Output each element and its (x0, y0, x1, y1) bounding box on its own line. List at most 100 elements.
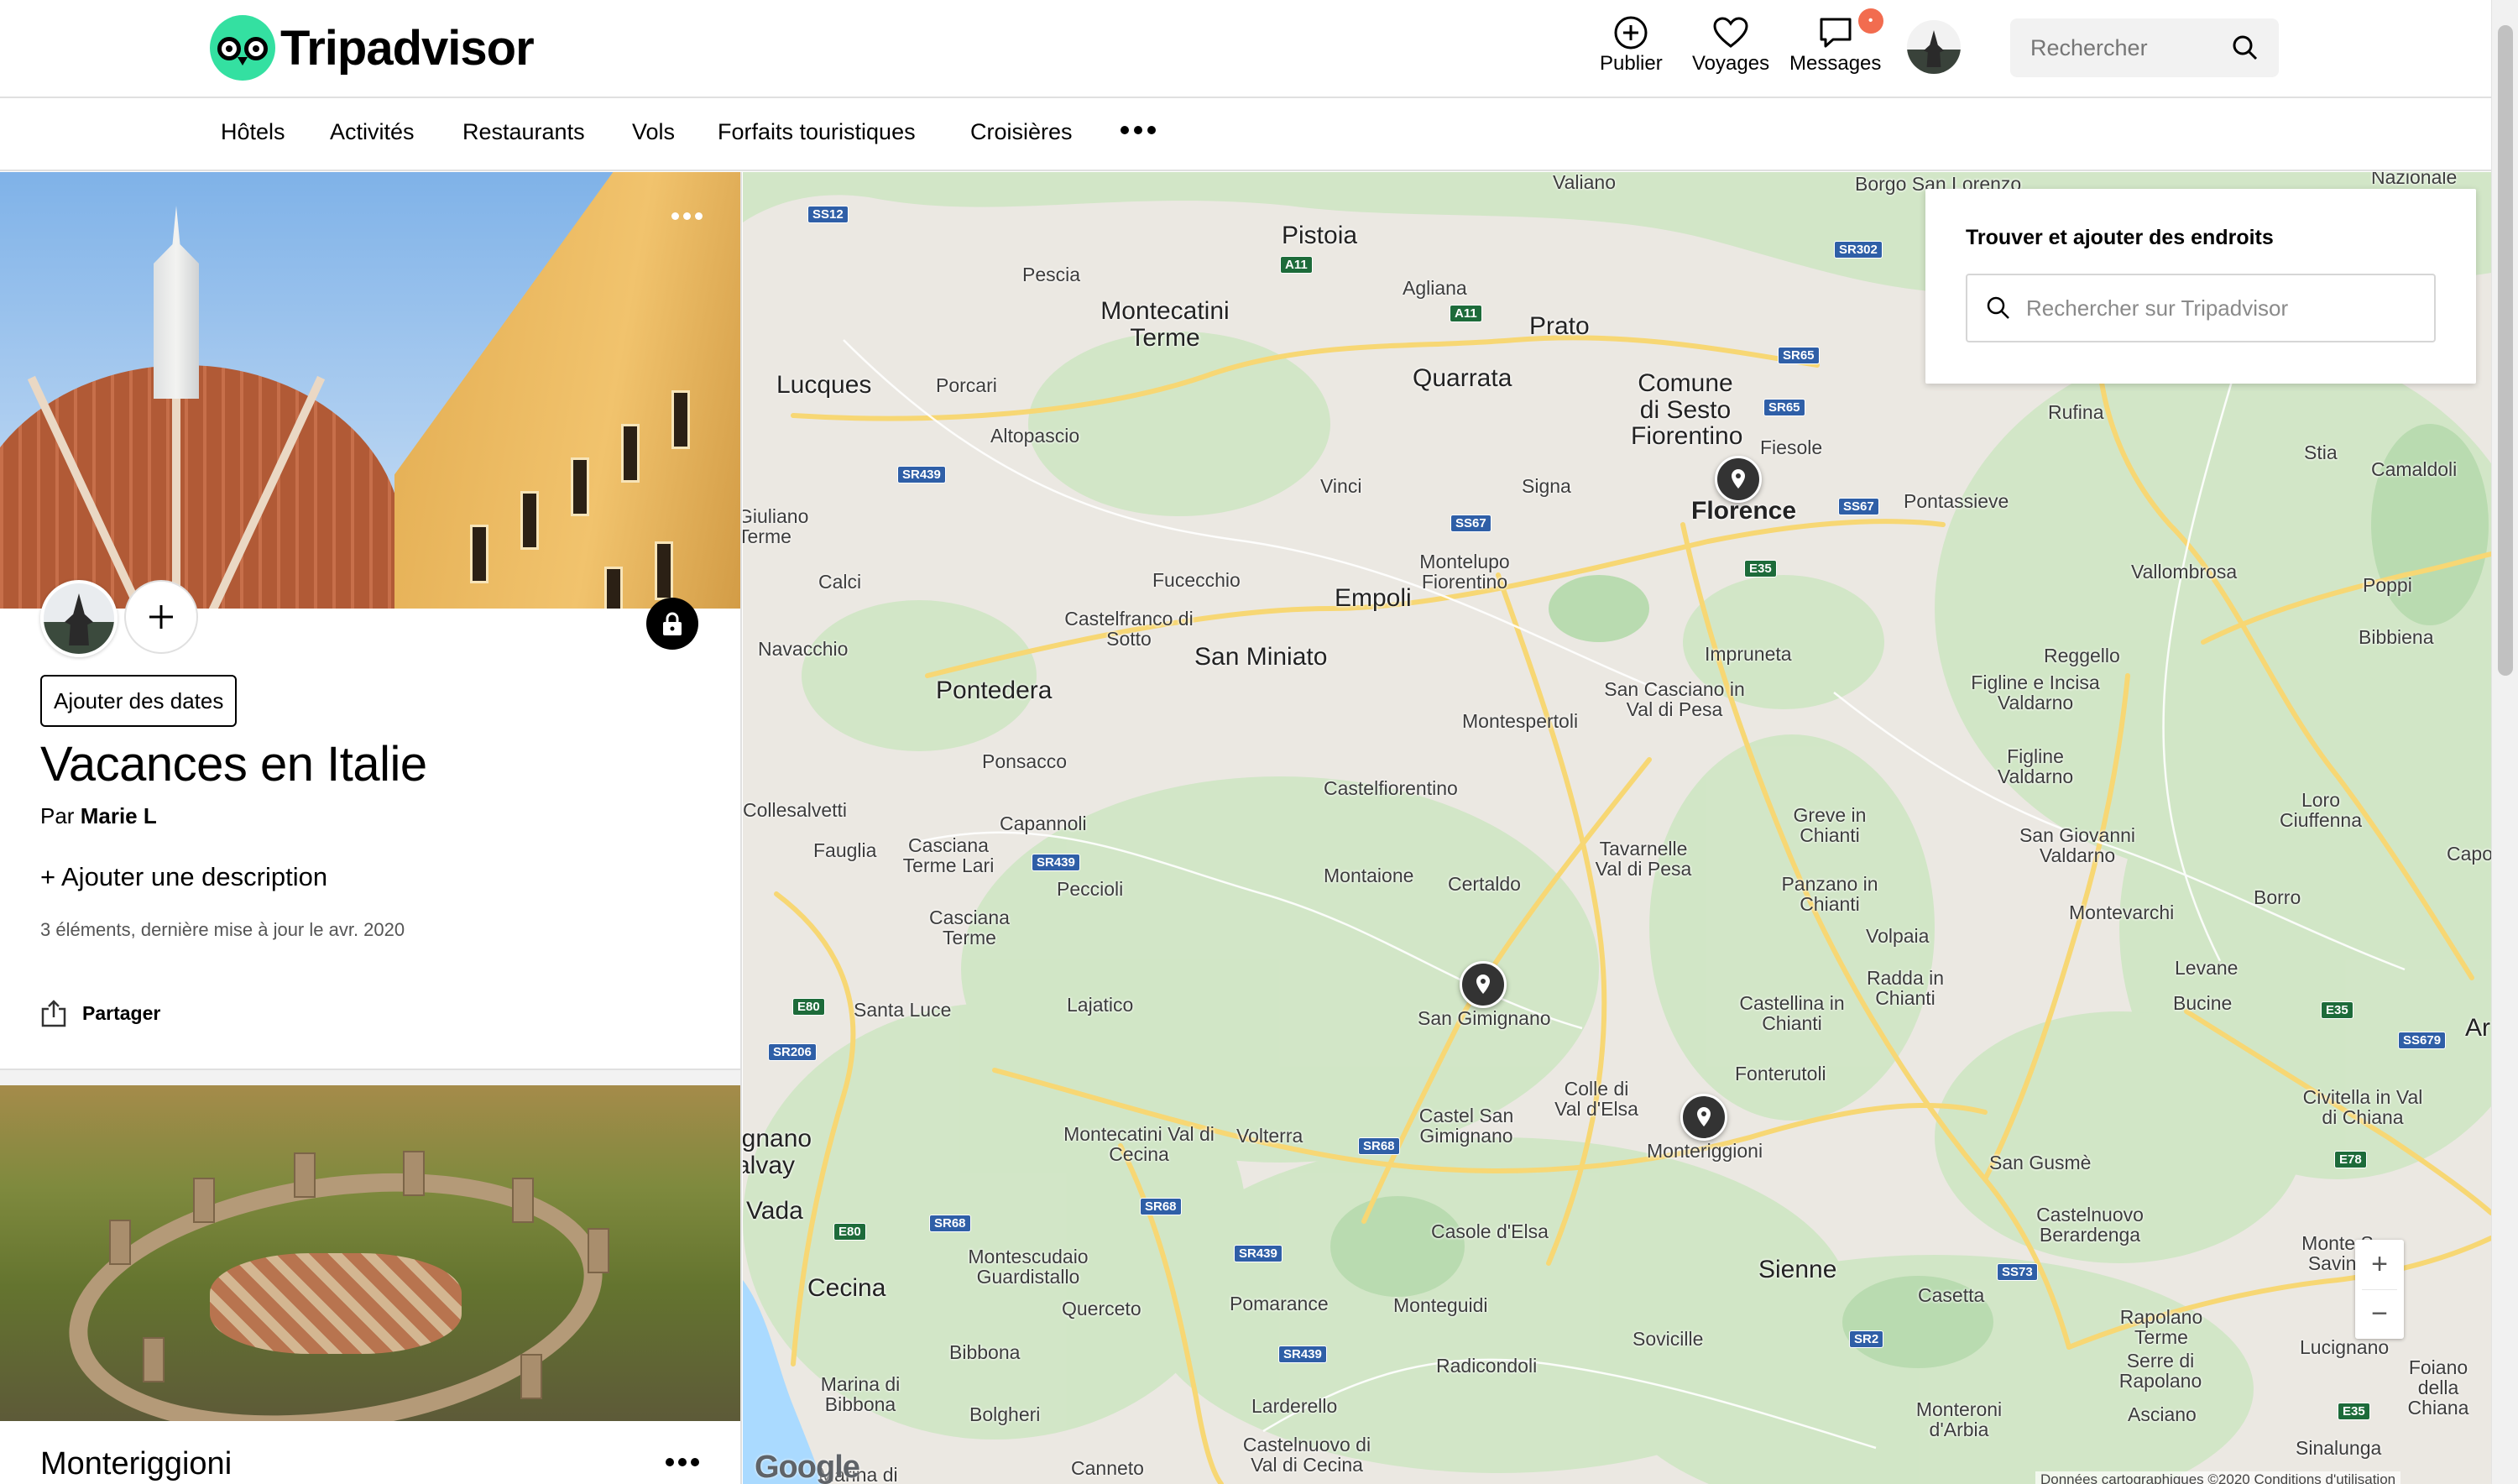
find-places-title: Trouver et ajouter des endroits (1966, 226, 2274, 249)
place-label: Colle di Val d'Elsa (1554, 1078, 1638, 1121)
place-label: Sinalunga (2296, 1437, 2382, 1459)
place-label: Casciana Terme (929, 907, 1010, 949)
author-link[interactable]: Marie L (81, 803, 157, 828)
place-label: Lucques (776, 371, 872, 399)
app-root: Tripadvisor Publier Voyages • Messages R… (0, 0, 2518, 1484)
search-icon[interactable] (2232, 34, 2259, 61)
zoom-out-button[interactable]: − (2355, 1290, 2404, 1340)
place-label: Volterra (1236, 1125, 1303, 1147)
add-dates-button[interactable]: Ajouter des dates (40, 675, 238, 727)
place-label: Capannoli (1000, 813, 1087, 834)
google-logo: Google (755, 1450, 860, 1484)
road-shield: E80 (792, 998, 825, 1016)
cover-more-icon[interactable] (671, 212, 703, 220)
place-label: Valiano (1553, 172, 1617, 193)
place-label: Monteriggioni (1647, 1140, 1763, 1162)
place-label: Castelfiorentino (1324, 777, 1458, 799)
messages-button[interactable]: • Messages (1789, 8, 1883, 76)
user-avatar[interactable] (1907, 20, 1961, 74)
place-label: Sovicille (1633, 1328, 1704, 1350)
road-shield: E80 (833, 1223, 866, 1241)
place-label: Querceto (1062, 1298, 1141, 1319)
place-label: Fonterutoli (1735, 1063, 1826, 1084)
place-label: Montaione (1324, 865, 1414, 886)
road-shield: SR439 (1278, 1346, 1327, 1363)
map-pin-florence[interactable] (1715, 456, 1762, 503)
place-label: Signa (1522, 475, 1571, 497)
road-shield: SS67 (1450, 515, 1491, 532)
brand-name: Tripadvisor (280, 20, 535, 76)
add-description-link[interactable]: + Ajouter une description (40, 862, 327, 892)
trip-title[interactable]: Vacances en Italie (40, 736, 427, 792)
place-label: Casciana Terme Lari (902, 834, 995, 877)
place-label: Certaldo (1448, 873, 1521, 895)
find-places-card: Trouver et ajouter des endroits Recherch… (1925, 189, 2476, 384)
add-collaborator-button[interactable] (124, 580, 198, 654)
location-pin-icon (1697, 1107, 1711, 1126)
trip-cover-image (0, 172, 740, 609)
share-button[interactable]: Partager (40, 999, 160, 1027)
find-places-input[interactable]: Rechercher sur Tripadvisor (1966, 274, 2436, 342)
place-label: Castelnuovo di Val di Cecina (1242, 1434, 1371, 1476)
nav-restaurants[interactable]: Restaurants (462, 119, 585, 145)
place-label: Stia (2304, 442, 2338, 463)
place-label: Fiesole (1760, 436, 1823, 458)
zoom-in-button[interactable]: + (2355, 1240, 2404, 1289)
item-more-icon[interactable] (666, 1458, 699, 1466)
publish-button[interactable]: Publier (1600, 13, 1663, 76)
place-label: Capo (2447, 843, 2491, 865)
nav-flights[interactable]: Vols (632, 119, 675, 145)
place-label: Reggello (2044, 645, 2120, 666)
road-shield: E35 (2338, 1403, 2370, 1420)
place-label: Vada (746, 1197, 803, 1225)
chat-icon: • (1816, 8, 1883, 52)
place-label: Bucine (2173, 992, 2233, 1014)
search-icon (1987, 296, 2009, 319)
header-search-input[interactable]: Rechercher (2010, 18, 2279, 77)
road-shield: SR2 (1849, 1330, 1884, 1348)
place-label: Canneto (1071, 1457, 1144, 1479)
place-label: Impruneta (1705, 643, 1792, 665)
place-label: Comune di Sesto Fiorentino (1631, 369, 1743, 450)
place-label: Rufina (2048, 401, 2104, 423)
trip-map[interactable]: Valiano Borgo San Lorenzo Nazionale Pist… (743, 172, 2491, 1484)
more-dots-icon[interactable] (1121, 126, 1156, 134)
map-attribution[interactable]: Données cartographiques ©2020 Conditions… (2035, 1471, 2401, 1484)
place-label: San Gimignano (1418, 1007, 1551, 1029)
nav-hotels[interactable]: Hôtels (221, 119, 285, 145)
road-shield: SR68 (1140, 1198, 1182, 1215)
map-pin-san-gimignano[interactable] (1460, 961, 1507, 1008)
map-pin-monteriggioni[interactable] (1680, 1094, 1727, 1141)
road-shield: SR206 (768, 1043, 817, 1061)
item-title[interactable]: Monteriggioni (40, 1446, 232, 1482)
private-lock-icon[interactable] (646, 598, 698, 650)
place-label: Casetta (1918, 1284, 1985, 1306)
owner-avatar[interactable] (40, 580, 118, 657)
top-header: Tripadvisor Publier Voyages • Messages R… (0, 0, 2491, 98)
place-label: Nazionale (2371, 172, 2458, 188)
road-shield: SR65 (1763, 399, 1805, 416)
owl-logo-icon (210, 15, 275, 81)
road-shield: SR439 (1032, 854, 1080, 871)
tripadvisor-logo[interactable]: Tripadvisor (210, 15, 535, 81)
monteriggioni-photo[interactable] (0, 1085, 740, 1421)
place-label: Asciano (2128, 1403, 2197, 1425)
scrollbar-thumb[interactable] (2498, 25, 2513, 676)
nav-packages[interactable]: Forfaits touristiques (718, 119, 916, 145)
place-label: Radicondoli (1436, 1355, 1538, 1377)
place-label: Calci (818, 571, 862, 593)
place-label: Tavarnelle Val di Pesa (1595, 838, 1692, 880)
category-nav: Hôtels Activités Restaurants Vols Forfai… (0, 99, 2491, 171)
nav-cruises[interactable]: Croisières (970, 119, 1073, 145)
place-label: Prato (1529, 312, 1590, 340)
place-label: Radda in Chianti (1866, 967, 1945, 1010)
page-scrollbar[interactable] (2491, 0, 2518, 1484)
nav-activities[interactable]: Activités (330, 119, 415, 145)
place-label: Pescia (1022, 264, 1081, 285)
place-label: Loro Ciuffenna (2279, 789, 2363, 832)
place-label: Lajatico (1067, 994, 1134, 1016)
place-label: Navacchio (758, 638, 849, 660)
location-pin-icon (1476, 975, 1490, 994)
place-label: Poppi (2363, 574, 2412, 596)
trips-button[interactable]: Voyages (1692, 13, 1769, 76)
